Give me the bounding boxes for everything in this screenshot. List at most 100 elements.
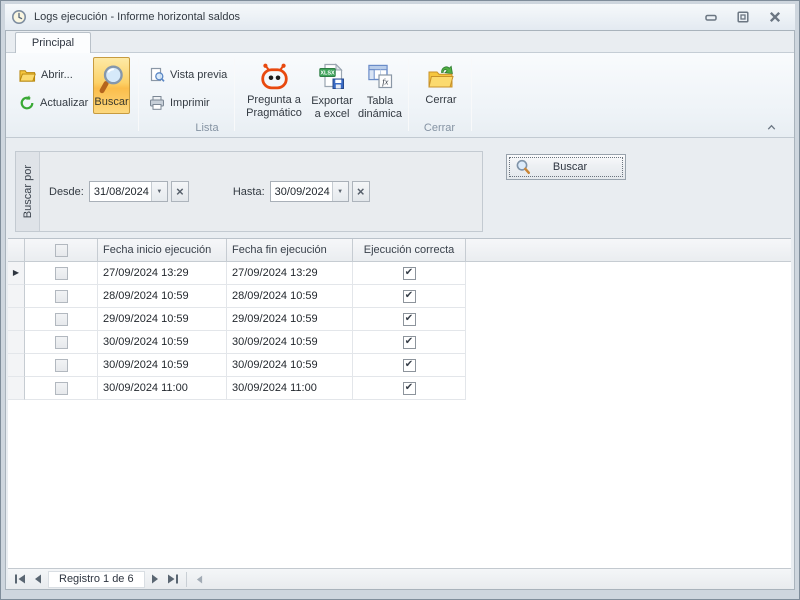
close-folder-icon: [427, 63, 455, 90]
ejecucion-correcta-checkbox[interactable]: ✔: [403, 313, 416, 326]
last-record-button[interactable]: [164, 571, 182, 588]
buscar-ribbon-button[interactable]: Buscar: [93, 57, 130, 114]
ribbon-separator: [234, 59, 235, 131]
restore-button[interactable]: [733, 8, 753, 26]
grid-header-row: Fecha inicio ejecución Fecha fin ejecuci…: [8, 239, 791, 262]
ejecucion-correcta-checkbox[interactable]: ✔: [403, 290, 416, 303]
column-header-ejecucion-correcta[interactable]: Ejecución correcta: [353, 239, 466, 261]
collapse-ribbon-button[interactable]: [762, 119, 780, 135]
row-select-checkbox[interactable]: [55, 336, 68, 349]
clear-x-icon: ×: [357, 184, 365, 199]
table-row[interactable]: 30/09/2024 10:59 30/09/2024 10:59 ✔: [8, 331, 791, 354]
desde-clear-button[interactable]: ×: [171, 181, 189, 202]
column-header-fecha-fin[interactable]: Fecha fin ejecución: [227, 239, 353, 261]
ejecucion-correcta-checkbox[interactable]: ✔: [403, 267, 416, 280]
cell-fecha-fin[interactable]: 28/09/2024 10:59: [227, 285, 353, 308]
cell-fecha-fin[interactable]: 30/09/2024 10:59: [227, 331, 353, 354]
cell-fecha-fin[interactable]: 30/09/2024 11:00: [227, 377, 353, 400]
app-window: Logs ejecución - Informe horizontal sald…: [0, 0, 800, 600]
pivot-table-icon: fx: [367, 63, 393, 91]
row-select-checkbox[interactable]: [55, 382, 68, 395]
scroll-left-button[interactable]: [191, 571, 209, 588]
chevron-up-icon: [765, 121, 778, 133]
table-row[interactable]: 30/09/2024 10:59 30/09/2024 10:59 ✔: [8, 354, 791, 377]
header-filler: [466, 239, 791, 261]
ejecucion-correcta-checkbox[interactable]: ✔: [403, 359, 416, 372]
cell-fecha-inicio[interactable]: 30/09/2024 10:59: [98, 331, 227, 354]
hasta-dropdown-button[interactable]: ▼: [332, 182, 348, 201]
excel-export-icon: XLSX: [319, 63, 345, 91]
prev-record-icon: [34, 574, 42, 584]
cell-fecha-inicio[interactable]: 30/09/2024 10:59: [98, 354, 227, 377]
close-icon: [768, 10, 782, 24]
navigator-separator: [186, 572, 187, 587]
row-select-checkbox[interactable]: [55, 359, 68, 372]
table-row[interactable]: 30/09/2024 11:00 30/09/2024 11:00 ✔: [8, 377, 791, 400]
cell-fecha-inicio[interactable]: 30/09/2024 11:00: [98, 377, 227, 400]
group-caption-lista: Lista: [6, 122, 408, 136]
search-magnifier-icon: [98, 63, 125, 95]
abrir-button[interactable]: Abrir...: [15, 64, 77, 86]
record-navigator: Registro 1 de 6: [8, 568, 791, 589]
print-preview-icon: [149, 67, 165, 83]
column-header-fecha-inicio[interactable]: Fecha inicio ejecución: [98, 239, 227, 261]
ribbon-separator: [138, 59, 139, 131]
record-counter: Registro 1 de 6: [48, 571, 145, 588]
row-indicator-cell: [8, 285, 25, 308]
cell-fecha-fin[interactable]: 29/09/2024 10:59: [227, 308, 353, 331]
scroll-left-icon: [196, 575, 203, 584]
select-column-header[interactable]: [25, 239, 98, 261]
checkmark-icon: ✔: [405, 314, 413, 324]
buscar-por-panel-header: Buscar por: [16, 152, 40, 231]
row-indicator-cell: [8, 354, 25, 377]
prev-record-button[interactable]: [29, 571, 47, 588]
chevron-down-icon: ▼: [337, 189, 343, 195]
hasta-label: Hasta:: [233, 186, 265, 198]
clock-icon: [11, 9, 27, 25]
ejecucion-correcta-checkbox[interactable]: ✔: [403, 382, 416, 395]
restore-icon: [736, 10, 750, 24]
row-select-checkbox[interactable]: [55, 313, 68, 326]
title-bar: Logs ejecución - Informe horizontal sald…: [5, 4, 795, 30]
next-record-button[interactable]: [146, 571, 164, 588]
row-indicator-cell: [8, 377, 25, 400]
checkmark-icon: ✔: [405, 337, 413, 347]
buscar-por-panel: Buscar por Desde: ▼ × Hasta: ▼ ×: [15, 151, 483, 232]
row-indicator-cell: ▶: [8, 262, 25, 285]
actualizar-button[interactable]: Actualizar: [15, 92, 92, 114]
logs-grid: Fecha inicio ejecución Fecha fin ejecuci…: [8, 238, 791, 568]
ribbon-separator: [471, 59, 472, 131]
hasta-date-input[interactable]: [271, 182, 332, 201]
table-row[interactable]: 28/09/2024 10:59 28/09/2024 10:59 ✔: [8, 285, 791, 308]
desde-dropdown-button[interactable]: ▼: [151, 182, 167, 201]
next-record-icon: [151, 574, 159, 584]
svg-text:fx: fx: [382, 77, 388, 87]
row-select-checkbox[interactable]: [55, 290, 68, 303]
row-indicator-cell: [8, 308, 25, 331]
select-all-checkbox[interactable]: [55, 244, 68, 257]
ribbon-separator: [408, 59, 409, 131]
cell-fecha-inicio[interactable]: 27/09/2024 13:29: [98, 262, 227, 285]
first-record-button[interactable]: [11, 571, 29, 588]
tab-principal[interactable]: Principal: [15, 32, 91, 53]
imprimir-button[interactable]: Imprimir: [145, 92, 214, 114]
client-area: Principal Abrir... Actualizar Buscar Vis…: [5, 30, 795, 590]
checkmark-icon: ✔: [405, 291, 413, 301]
vista-previa-button[interactable]: Vista previa: [145, 64, 231, 86]
hasta-clear-button[interactable]: ×: [352, 181, 370, 202]
row-select-checkbox[interactable]: [55, 267, 68, 280]
buscar-panel-button[interactable]: Buscar: [506, 154, 626, 180]
cell-fecha-inicio[interactable]: 29/09/2024 10:59: [98, 308, 227, 331]
minimize-button[interactable]: [701, 8, 721, 26]
ejecucion-correcta-checkbox[interactable]: ✔: [403, 336, 416, 349]
table-row[interactable]: 29/09/2024 10:59 29/09/2024 10:59 ✔: [8, 308, 791, 331]
desde-date-input[interactable]: [90, 182, 151, 201]
desde-date-editor: ▼: [89, 181, 168, 202]
cell-fecha-fin[interactable]: 27/09/2024 13:29: [227, 262, 353, 285]
table-row[interactable]: ▶ 27/09/2024 13:29 27/09/2024 13:29 ✔: [8, 262, 791, 285]
cell-fecha-fin[interactable]: 30/09/2024 10:59: [227, 354, 353, 377]
cell-fecha-inicio[interactable]: 28/09/2024 10:59: [98, 285, 227, 308]
checkmark-icon: ✔: [405, 360, 413, 370]
row-indicator-header: [8, 239, 25, 261]
close-button[interactable]: [765, 8, 785, 26]
